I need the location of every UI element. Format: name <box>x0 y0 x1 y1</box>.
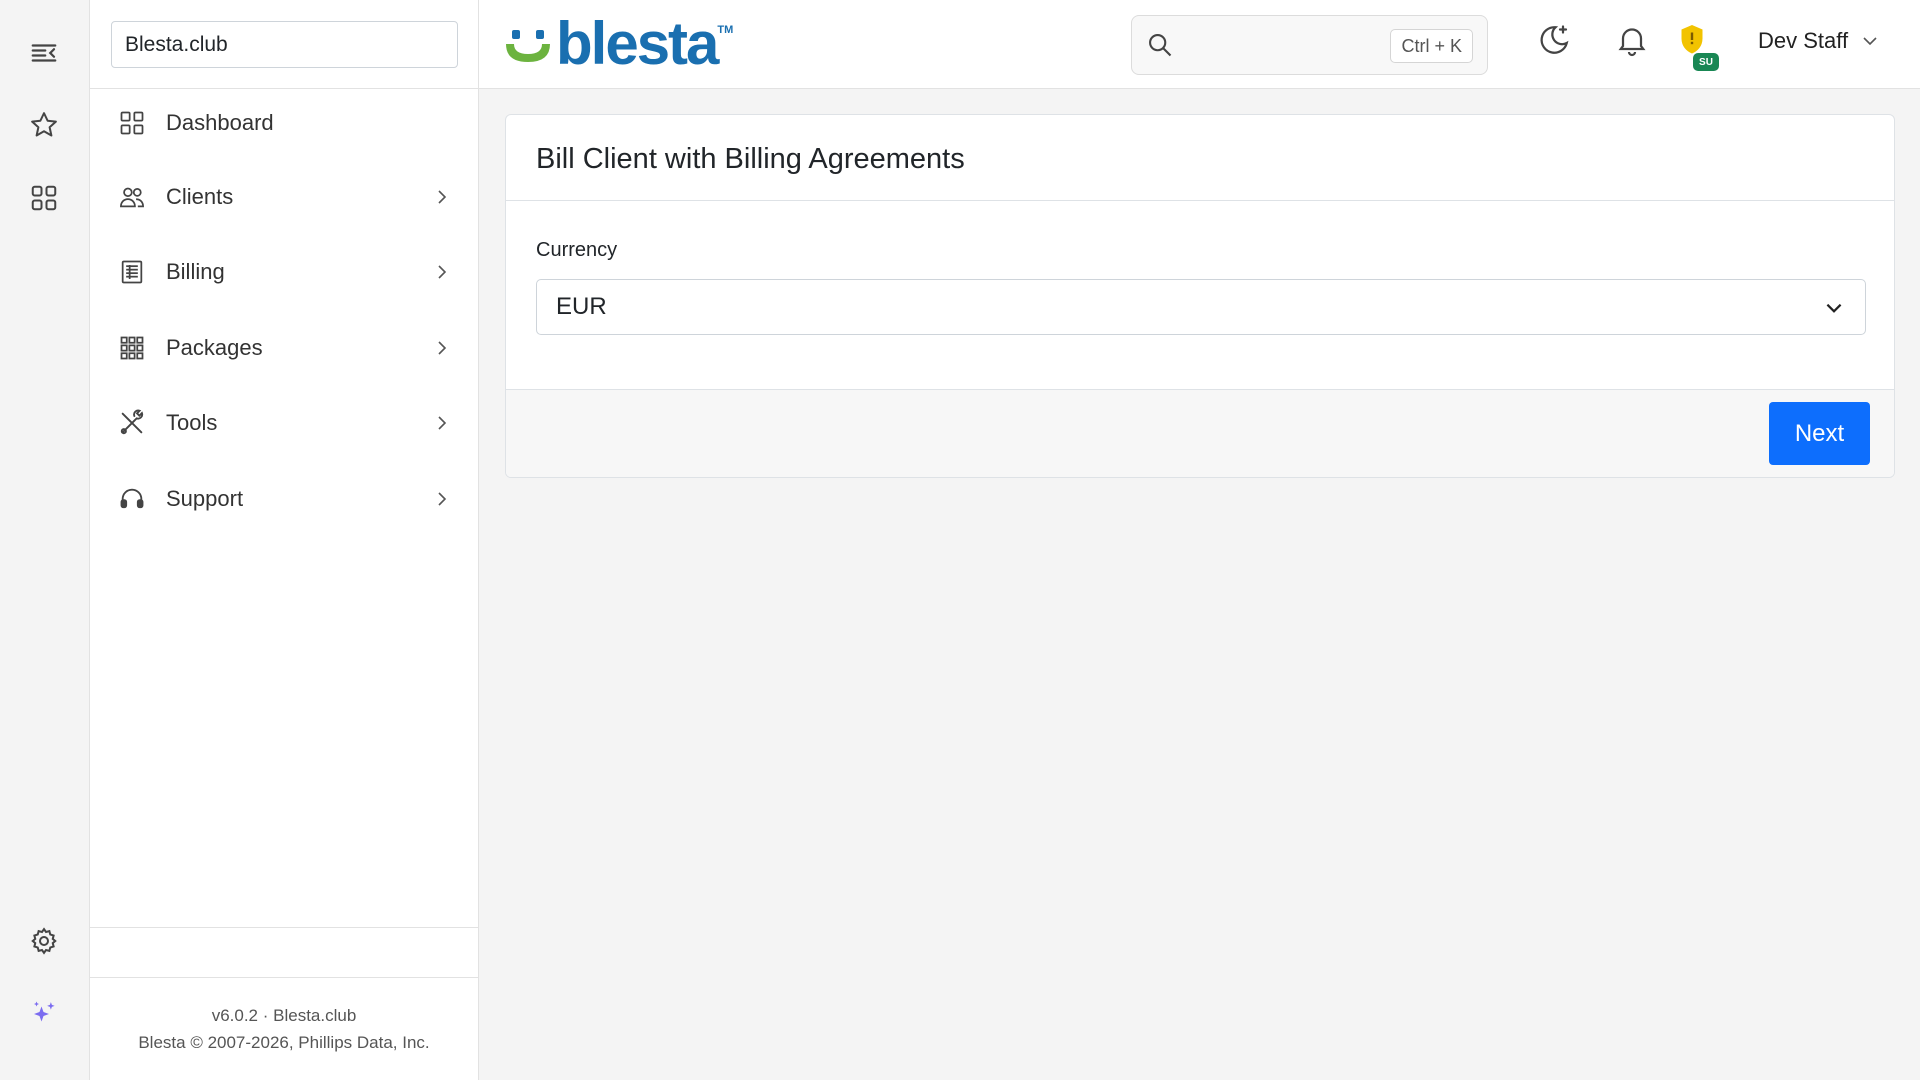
sidebar-item-billing[interactable]: Billing <box>90 237 478 307</box>
sidebar-item-label: Packages <box>166 335 263 360</box>
copyright-text: Blesta © 2007-2026, Phillips Data, Inc. <box>138 1033 430 1052</box>
sparkles-icon[interactable] <box>22 992 66 1036</box>
sidebar: Blesta.club Dashboard Clients Billing Pa… <box>90 0 479 1080</box>
search-shortcut: Ctrl + K <box>1390 29 1473 63</box>
apps-grid-icon[interactable] <box>22 176 66 220</box>
sidebar-item-label: Support <box>166 486 244 511</box>
sidebar-item-label: Tools <box>166 410 218 435</box>
search-box[interactable]: Ctrl + K <box>1131 15 1488 75</box>
billing-icon <box>118 258 146 286</box>
sidebar-item-tools[interactable]: Tools <box>90 388 478 458</box>
sidebar-item-dashboard[interactable]: Dashboard <box>90 88 478 158</box>
dashboard-icon <box>118 109 146 137</box>
user-name: Dev Staff <box>1758 28 1849 53</box>
version-text: v6.0.2 · Blesta.club <box>211 1006 357 1025</box>
sidebar-item-packages[interactable]: Packages <box>90 313 478 383</box>
chevron-right-icon <box>432 489 452 509</box>
currency-label: Currency <box>536 239 618 261</box>
divider <box>90 927 478 928</box>
logo-text: blesta <box>556 10 719 77</box>
headset-icon <box>118 485 146 513</box>
users-icon <box>118 183 146 211</box>
page-title: Bill Client with Billing Agreements <box>536 143 965 175</box>
icon-rail <box>0 0 90 1080</box>
sidebar-item-label: Clients <box>166 184 234 209</box>
chevron-right-icon <box>432 413 452 433</box>
user-menu[interactable]: Dev Staff <box>1758 28 1880 54</box>
company-selector[interactable]: Blesta.club <box>111 21 458 68</box>
dark-mode-toggle-icon[interactable] <box>1536 22 1572 58</box>
next-button[interactable]: Next <box>1769 402 1870 465</box>
divider <box>90 977 478 978</box>
card-footer: Next <box>506 389 1894 477</box>
chevron-right-icon <box>432 262 452 282</box>
logo-tm: TM <box>717 24 734 36</box>
chevron-right-icon <box>432 187 452 207</box>
logo-smile-icon <box>506 30 550 62</box>
packages-icon <box>118 334 146 362</box>
bell-icon[interactable] <box>1614 22 1650 58</box>
super-user-badge: SU <box>1693 53 1719 71</box>
blesta-logo[interactable]: blesta TM <box>502 14 733 74</box>
bill-client-card: Bill Client with Billing Agreements Curr… <box>505 114 1895 478</box>
star-icon[interactable] <box>22 103 66 147</box>
gear-icon[interactable] <box>22 919 66 963</box>
currency-select[interactable]: EUR <box>536 279 1866 335</box>
sidebar-item-clients[interactable]: Clients <box>90 162 478 232</box>
sidebar-item-label: Dashboard <box>166 110 274 135</box>
chevron-down-icon <box>1863 37 1877 46</box>
sidebar-item-support[interactable]: Support <box>90 464 478 534</box>
search-icon <box>1149 34 1172 57</box>
divider <box>506 200 1894 201</box>
chevron-right-icon <box>432 338 452 358</box>
currency-selected-value: EUR <box>556 293 607 320</box>
top-header: blesta TM Ctrl + K SU Dev Staff <box>479 0 1920 89</box>
chevron-down-icon <box>1826 303 1842 313</box>
tools-icon <box>118 409 146 437</box>
collapse-menu-icon[interactable] <box>22 31 66 75</box>
sidebar-item-label: Billing <box>166 259 225 284</box>
